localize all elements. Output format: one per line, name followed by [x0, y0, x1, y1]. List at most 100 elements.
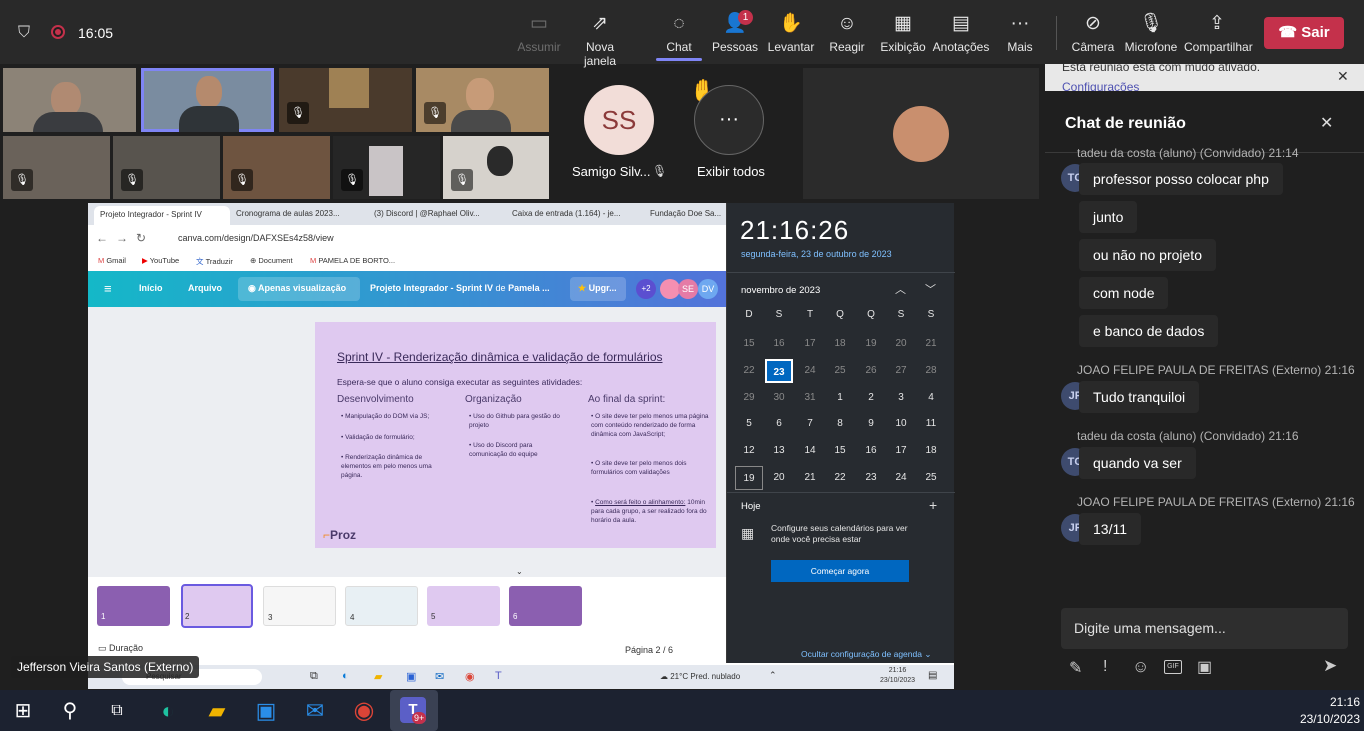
- slide-thumbnail[interactable]: 4: [345, 586, 418, 626]
- calendar-day[interactable]: 13: [765, 439, 793, 463]
- calendar-day[interactable]: 21: [796, 466, 824, 490]
- calendar-day[interactable]: 28: [917, 359, 945, 383]
- task-view-icon[interactable]: ⧉: [310, 670, 318, 683]
- layout-button[interactable]: ▦ Exibição: [872, 12, 934, 54]
- chrome-icon[interactable]: ◉: [349, 696, 379, 726]
- calendar-day[interactable]: 18: [826, 332, 854, 356]
- slide-thumbnail[interactable]: 5: [427, 586, 500, 626]
- calendar-day[interactable]: 24: [887, 466, 915, 490]
- video-tile[interactable]: 🎙: [3, 136, 110, 199]
- settings-link[interactable]: Configurações: [1062, 80, 1139, 91]
- close-chat-icon[interactable]: ✕: [1320, 113, 1333, 133]
- video-tile[interactable]: 🎙: [416, 68, 549, 132]
- collaborators-count[interactable]: +2: [636, 279, 656, 299]
- start-now-button[interactable]: Começar agora: [771, 560, 909, 582]
- video-tile[interactable]: 🎙: [443, 136, 549, 199]
- calendar-day[interactable]: 20: [887, 332, 915, 356]
- chat-message[interactable]: professor posso colocar php: [1079, 163, 1283, 195]
- sticker-icon[interactable]: ▣: [1197, 657, 1212, 677]
- chat-message[interactable]: quando va ser: [1079, 447, 1196, 479]
- system-clock[interactable]: 21:16 23/10/2023: [1290, 694, 1360, 728]
- calendar-day[interactable]: 29: [735, 386, 763, 410]
- calendar-day[interactable]: 16: [765, 332, 793, 356]
- video-tile[interactable]: [3, 68, 136, 132]
- chevron-down-icon[interactable]: ⌄: [516, 567, 528, 577]
- camera-button[interactable]: ⊘ Câmera: [1062, 12, 1124, 54]
- calendar-day[interactable]: 23: [765, 358, 793, 383]
- menu-icon[interactable]: ≡: [104, 281, 112, 296]
- browser-tab[interactable]: Caixa de entrada (1.164) - je...: [512, 209, 644, 218]
- format-icon[interactable]: ✎: [1069, 658, 1082, 678]
- video-tile[interactable]: 🎙: [113, 136, 220, 199]
- raise-hand-button[interactable]: ✋ Levantar: [760, 12, 822, 54]
- teams-icon[interactable]: T: [495, 670, 502, 682]
- chevron-down-icon[interactable]: ﹀: [925, 281, 936, 297]
- calendar-day[interactable]: 15: [735, 332, 763, 356]
- more-button[interactable]: ··· Mais: [989, 12, 1051, 54]
- notes-button[interactable]: ▤ Anotações: [930, 12, 992, 54]
- calendar-day[interactable]: 30: [765, 386, 793, 410]
- back-icon[interactable]: ←: [96, 231, 108, 245]
- calendar-day[interactable]: 3: [887, 386, 915, 410]
- calendar-day[interactable]: 26: [857, 359, 885, 383]
- notification-icon[interactable]: ▤: [928, 670, 937, 681]
- video-tile[interactable]: 🎙: [279, 68, 412, 132]
- task-view-icon[interactable]: ⧉: [102, 696, 132, 726]
- duration-toggle[interactable]: ▭ Duração: [98, 643, 143, 654]
- hide-agenda-link[interactable]: Ocultar configuração de agenda ⌄: [801, 649, 931, 660]
- chevron-up-icon[interactable]: ︿: [895, 281, 906, 297]
- participant-avatar[interactable]: SS: [584, 85, 654, 155]
- clock-date[interactable]: segunda-feira, 23 de outubro de 2023: [741, 249, 892, 259]
- calendar-day[interactable]: 10: [887, 412, 915, 436]
- calendar-day[interactable]: 5: [735, 412, 763, 436]
- search-icon[interactable]: ⚲: [55, 696, 85, 726]
- browser-tab[interactable]: Cronograma de aulas 2023...: [236, 209, 368, 218]
- calendar-day[interactable]: 6: [765, 412, 793, 436]
- store-icon[interactable]: ▣: [251, 696, 281, 726]
- calendar-day[interactable]: 24: [796, 359, 824, 383]
- calendar-day[interactable]: 19: [857, 332, 885, 356]
- calendar-day[interactable]: 18: [917, 439, 945, 463]
- mail-icon[interactable]: ✉: [300, 696, 330, 726]
- calendar-day[interactable]: 4: [917, 386, 945, 410]
- slide-thumbnail[interactable]: 1: [97, 586, 170, 626]
- calendar-day[interactable]: 25: [917, 466, 945, 490]
- folder-icon[interactable]: ▰: [374, 670, 382, 683]
- chat-button[interactable]: ◌ Chat: [648, 12, 710, 61]
- calendar-day[interactable]: 14: [796, 439, 824, 463]
- send-icon[interactable]: ➤: [1323, 656, 1337, 676]
- emoji-icon[interactable]: ☺: [1132, 657, 1149, 677]
- reload-icon[interactable]: ↻: [136, 231, 146, 245]
- message-input[interactable]: Digite uma mensagem...: [1061, 608, 1348, 649]
- calendar-day[interactable]: 22: [735, 359, 763, 383]
- chrome-icon[interactable]: ◉: [465, 670, 475, 683]
- important-icon[interactable]: !: [1103, 658, 1107, 676]
- react-button[interactable]: ☺ Reagir: [816, 12, 878, 54]
- calendar-day[interactable]: 8: [826, 412, 854, 436]
- chat-message[interactable]: ou não no projeto: [1079, 239, 1216, 271]
- people-button[interactable]: 👤 1 Pessoas: [704, 10, 766, 54]
- calendar-day[interactable]: 21: [917, 332, 945, 356]
- calendar-month[interactable]: novembro de 2023: [741, 285, 820, 296]
- assume-control-button[interactable]: ▭ Assumir: [508, 12, 570, 54]
- calendar-day[interactable]: 11: [917, 412, 945, 436]
- browser-tab[interactable]: Fundação Doe Sa...: [650, 209, 730, 218]
- windows-start-icon[interactable]: ⊞: [8, 696, 38, 726]
- close-icon[interactable]: ✕: [1337, 68, 1349, 85]
- slide-thumbnail[interactable]: 6: [509, 586, 582, 626]
- calendar-day[interactable]: 25: [826, 359, 854, 383]
- calendar-day[interactable]: 27: [887, 359, 915, 383]
- microphone-button[interactable]: 🎙 Microfone: [1120, 12, 1182, 54]
- browser-tab-active[interactable]: Projeto Integrador - Sprint IV: [94, 206, 230, 225]
- leave-button[interactable]: ☎ Sair: [1264, 17, 1344, 49]
- edge-icon[interactable]: ◐: [153, 696, 183, 726]
- chat-message[interactable]: 13/11: [1079, 513, 1141, 545]
- share-button[interactable]: ⇪ Compartilhar: [1184, 12, 1253, 54]
- inner-clock[interactable]: 21:16 23/10/2023: [880, 666, 915, 686]
- mail-icon[interactable]: ✉: [435, 670, 444, 683]
- canva-menu-home[interactable]: Início: [139, 283, 163, 293]
- bookmark[interactable]: ▶ YouTube: [142, 256, 179, 265]
- show-all-button[interactable]: ···: [694, 85, 764, 155]
- slide-thumbnail[interactable]: 3: [263, 586, 336, 626]
- add-event-icon[interactable]: +: [929, 497, 937, 513]
